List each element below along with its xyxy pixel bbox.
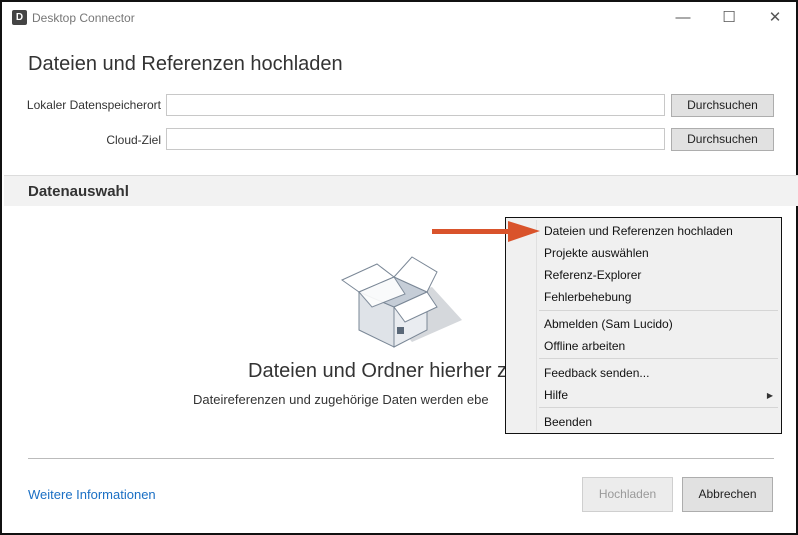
context-menu: Dateien und Referenzen hochladen Projekt… [505, 217, 782, 434]
menu-item-help[interactable]: Hilfe [544, 388, 568, 402]
footer-divider [28, 458, 774, 459]
cloud-target-label: Cloud-Ziel [106, 133, 161, 147]
browse-local-button[interactable]: Durchsuchen [671, 94, 774, 117]
cloud-target-input[interactable] [166, 128, 665, 150]
page-title: Dateien und Referenzen hochladen [28, 53, 343, 75]
cancel-button[interactable]: Abbrechen [682, 477, 773, 512]
menu-item-work-offline[interactable]: Offline arbeiten [544, 339, 625, 353]
drop-zone-subtitle: Dateireferenzen und zugehörige Daten wer… [193, 392, 489, 407]
menu-item-troubleshooting[interactable]: Fehlerbehebung [544, 290, 631, 304]
minimize-button[interactable]: — [660, 6, 706, 30]
menu-item-select-projects[interactable]: Projekte auswählen [544, 246, 649, 260]
more-info-link[interactable]: Weitere Informationen [28, 487, 156, 502]
menu-item-upload[interactable]: Dateien und Referenzen hochladen [544, 224, 733, 238]
local-location-label: Lokaler Datenspeicherort [26, 98, 161, 112]
section-title: Datenauswahl [28, 183, 129, 200]
close-button[interactable]: ✕ [752, 6, 798, 30]
upload-button[interactable]: Hochladen [582, 477, 673, 512]
submenu-arrow-icon: ▶ [766, 391, 773, 400]
menu-item-sign-out[interactable]: Abmelden (Sam Lucido) [544, 317, 673, 331]
menu-item-reference-explorer[interactable]: Referenz-Explorer [544, 268, 641, 282]
local-location-input[interactable] [166, 94, 665, 116]
browse-cloud-button[interactable]: Durchsuchen [671, 128, 774, 151]
drop-zone-title: Dateien und Ordner hierher z [248, 360, 508, 382]
section-header: Datenauswahl [4, 175, 798, 206]
box-icon [341, 256, 462, 348]
menu-item-send-feedback[interactable]: Feedback senden... [544, 366, 649, 380]
maximize-button[interactable]: ☐ [706, 6, 752, 30]
menu-item-exit[interactable]: Beenden [544, 415, 592, 429]
window-title: Desktop Connector [32, 11, 135, 25]
app-icon: D [12, 10, 27, 25]
annotation-arrow-icon [432, 221, 540, 242]
